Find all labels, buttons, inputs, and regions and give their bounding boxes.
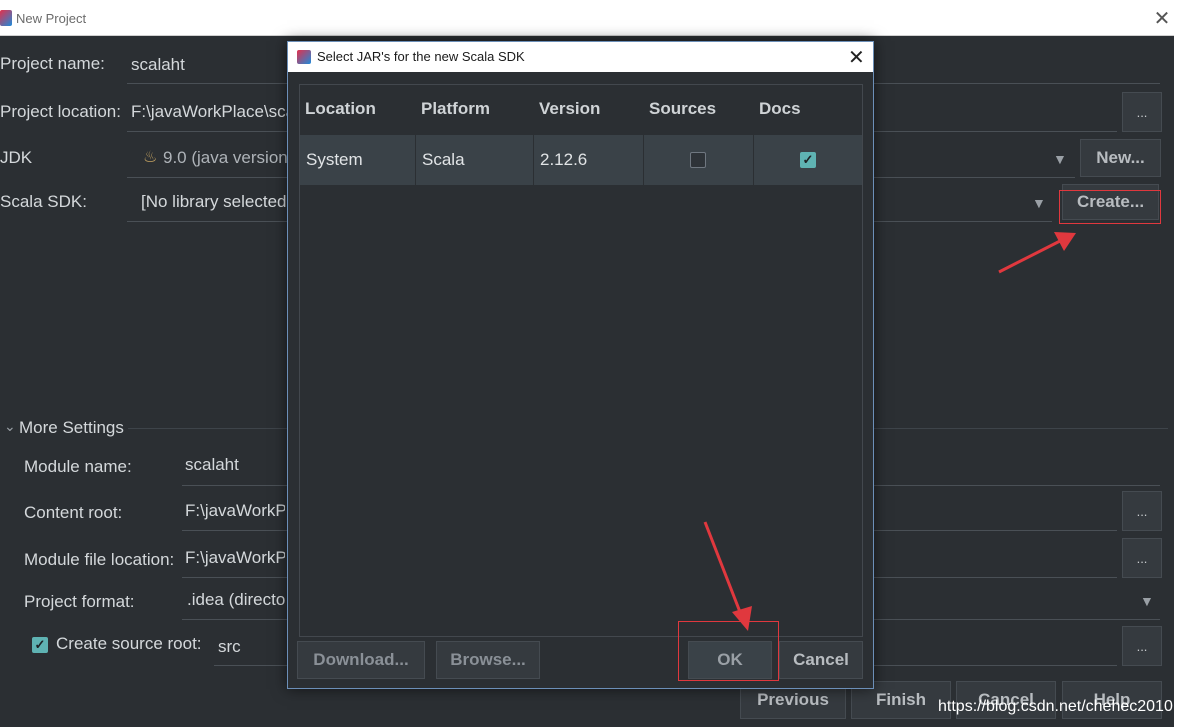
module-name-label: Module name: (24, 457, 132, 476)
scala-sdk-value: [No library selected (141, 192, 287, 211)
annotation-highlight-ok (678, 621, 779, 681)
select-jars-dialog: Select JAR's for the new Scala SDK ✕ Loc… (287, 41, 874, 689)
module-name-value: scalaht (185, 455, 239, 474)
project-location-value: F:\javaWorkPlace\sca (131, 102, 291, 121)
jdk-new-button[interactable]: New... (1080, 139, 1161, 177)
more-settings-toggle[interactable]: More Settings (19, 418, 124, 438)
dialog-titlebar: Select JAR's for the new Scala SDK ✕ (288, 42, 873, 72)
annotation-highlight-create (1059, 190, 1161, 224)
docs-cell: ✓ (754, 135, 862, 185)
intellij-app-icon (297, 50, 311, 64)
jdk-dropdown-chevron-icon: ▼ (1053, 151, 1067, 167)
create-source-root-label: Create source root: (56, 634, 202, 653)
project-format-value: .idea (directo (187, 590, 286, 609)
intellij-app-icon (0, 10, 12, 26)
version-value: 2.12.6 (540, 150, 588, 169)
browse-button[interactable]: Browse... (436, 641, 540, 679)
more-settings-chevron-icon[interactable]: ⌄ (4, 418, 16, 435)
jdk-label: JDK (0, 148, 33, 167)
location-cell: System (300, 135, 416, 185)
project-name-label: Project name: (0, 54, 105, 73)
create-source-root-checkbox[interactable]: ✓ (32, 637, 48, 653)
create-source-root-value: src (218, 637, 241, 656)
project-location-browse-button[interactable]: ... (1122, 92, 1162, 132)
project-format-dropdown-chevron-icon: ▼ (1140, 593, 1154, 609)
version-cell: 2.12.6 (534, 135, 644, 185)
table-row[interactable]: System Scala 2.12.6 ✓ (300, 135, 862, 185)
project-location-label: Project location: (0, 102, 121, 121)
scala-sdk-dropdown-chevron-icon: ▼ (1032, 195, 1046, 211)
jdk-value: 9.0 (java version (163, 148, 288, 167)
module-file-location-browse-button[interactable]: ... (1122, 538, 1162, 578)
docs-checkbox[interactable]: ✓ (800, 152, 816, 168)
dialog-close-icon[interactable]: ✕ (848, 45, 865, 70)
download-button[interactable]: Download... (297, 641, 425, 679)
content-root-value: F:\javaWorkP (185, 501, 285, 520)
window-right-edge (1174, 0, 1181, 727)
column-header-sources[interactable]: Sources (649, 99, 716, 119)
source-root-browse-button[interactable]: ... (1122, 626, 1162, 666)
column-header-platform[interactable]: Platform (421, 99, 490, 119)
platform-cell: Scala (416, 135, 534, 185)
window-titlebar: New Project ✕ (0, 0, 1174, 36)
content-root-label: Content root: (24, 503, 123, 522)
platform-value: Scala (422, 150, 465, 169)
project-name-value: scalaht (131, 55, 185, 74)
module-file-location-label: Module file location: (24, 550, 175, 569)
scala-sdk-label: Scala SDK: (0, 192, 87, 211)
column-header-docs[interactable]: Docs (759, 99, 801, 119)
location-value: System (306, 150, 363, 169)
column-header-version[interactable]: Version (539, 99, 600, 119)
dialog-cancel-button[interactable]: Cancel (779, 641, 863, 679)
java-icon: ♨ (143, 149, 158, 166)
dialog-title: Select JAR's for the new Scala SDK (317, 49, 525, 64)
content-root-browse-button[interactable]: ... (1122, 491, 1162, 531)
module-file-location-value: F:\javaWorkP (185, 548, 285, 567)
jar-table: Location Platform Version Sources Docs S… (299, 84, 863, 637)
project-format-label: Project format: (24, 592, 135, 611)
window-title: New Project (16, 11, 87, 26)
window-close-icon[interactable]: ✕ (1150, 6, 1174, 31)
watermark-text: https://blog.csdn.net/chehec2010 (938, 698, 1173, 715)
sources-cell (644, 135, 754, 185)
sources-checkbox[interactable] (690, 152, 706, 168)
column-header-location[interactable]: Location (305, 99, 376, 119)
